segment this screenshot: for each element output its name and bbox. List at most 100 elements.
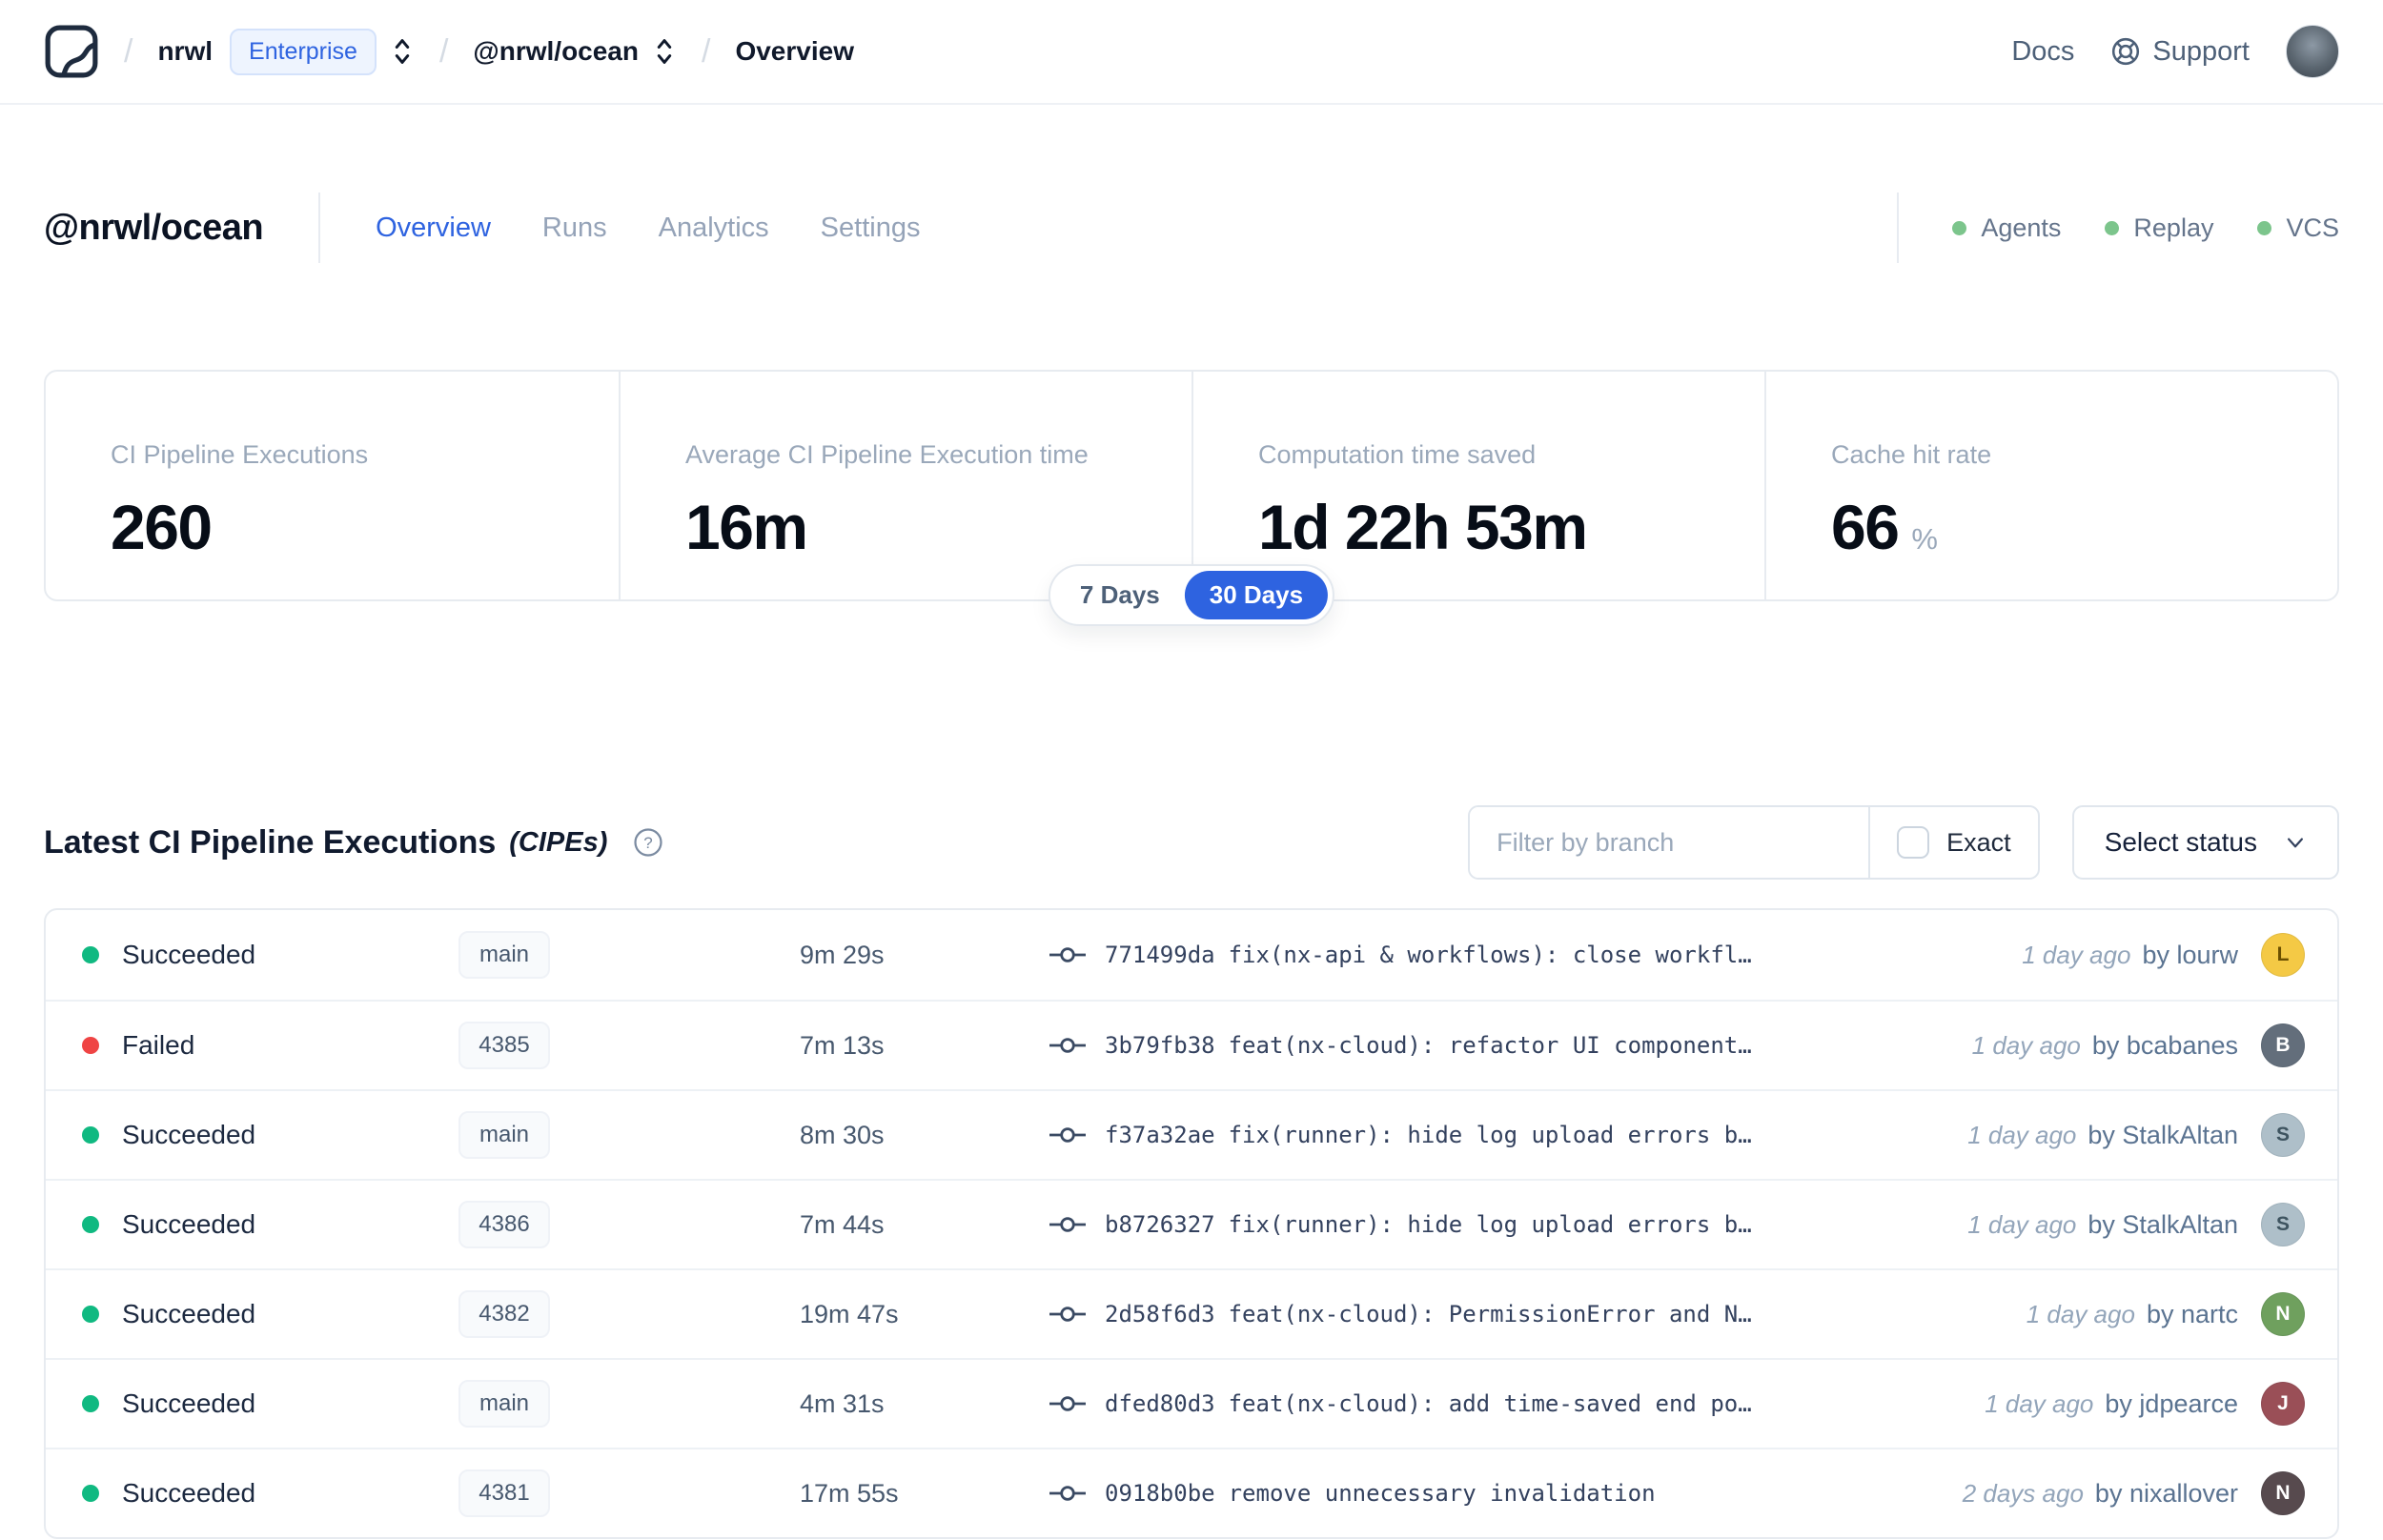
author-avatar[interactable]: N [2261,1471,2305,1515]
status-label: Succeeded [122,1388,256,1418]
user-avatar[interactable] [2286,25,2339,78]
commit-message: fix(runner): hide log upload errors b… [1228,1211,1752,1238]
status-dot [82,1306,99,1323]
commit-icon [1049,1396,1086,1411]
project-switcher-icon[interactable] [652,36,677,67]
commit[interactable]: b8726327 fix(runner): hide log upload err… [1049,1211,1929,1238]
commit-hash: f37a32ae [1105,1122,1215,1148]
branch-filter-group: Exact [1468,805,2040,880]
author: by nixallover [2094,1478,2238,1508]
commit[interactable]: f37a32ae fix(runner): hide log upload err… [1049,1122,1929,1148]
stat-ci-pipeline-executions: CI Pipeline Executions 260 [111,440,369,562]
divider [1897,192,1900,263]
duration: 4m 31s [800,1388,885,1418]
percent-suffix: % [1911,522,1938,556]
commit-hash: 3b79fb38 [1105,1032,1215,1059]
commit[interactable]: 2d58f6d3 feat(nx-cloud): PermissionError … [1049,1301,1988,1327]
status-dot [1952,220,1967,235]
branch-badge[interactable]: 4385 [458,1022,550,1069]
time-ago: 2 days ago [1962,1478,2084,1508]
author-avatar[interactable]: S [2261,1113,2305,1157]
section-subtitle: (CIPEs) [509,826,608,858]
breadcrumb-slash: / [124,32,133,70]
branch-badge[interactable]: 4386 [458,1201,550,1248]
table-row[interactable]: Succeeded 4382 19m 47s 2d58f6d3 feat(nx-c… [46,1268,2337,1358]
commit-icon [1049,947,1086,962]
table-row[interactable]: Succeeded main 9m 29s 771499da fix(nx-api… [46,910,2337,1000]
exact-checkbox[interactable] [1897,826,1930,859]
tab-settings[interactable]: Settings [821,213,921,244]
help-icon[interactable]: ? [632,826,664,859]
service-health: Agents Replay VCS [1952,213,2339,243]
commit-icon [1049,1127,1086,1143]
status-select-dropdown[interactable]: Select status [2071,805,2339,880]
branch-badge[interactable]: 4382 [458,1290,550,1338]
time-ago: 1 day ago [2022,940,2131,969]
commit[interactable]: dfed80d3 feat(nx-cloud): add time-saved e… [1049,1390,1946,1417]
commit[interactable]: 3b79fb38 feat(nx-cloud): refactor UI comp… [1049,1032,1934,1059]
branch-badge[interactable]: main [458,1380,550,1428]
commit-message: fix(nx-api & workflows): close workfl… [1228,942,1752,968]
status-label: Succeeded [122,1120,256,1149]
author-avatar[interactable]: J [2261,1382,2305,1426]
health-vcs[interactable]: VCS [2257,213,2339,243]
commit-hash: 0918b0be [1105,1480,1215,1507]
tab-runs[interactable]: Runs [542,213,607,244]
breadcrumb-slash: / [438,32,449,70]
branch-filter-input[interactable] [1470,807,1869,878]
status-label: Succeeded [122,1478,256,1508]
date-range-toggle: 7 Days 30 Days [1048,564,1335,626]
support-label: Support [2152,35,2250,67]
health-agents[interactable]: Agents [1952,213,2061,243]
table-row[interactable]: Succeeded main 4m 31s dfed80d3 feat(nx-cl… [46,1358,2337,1448]
status-dot [82,1216,99,1233]
status-dot [82,1395,99,1412]
commit-message: fix(runner): hide log upload errors b… [1228,1122,1752,1148]
range-7-days[interactable]: 7 Days [1055,571,1185,619]
author-avatar[interactable]: S [2261,1203,2305,1246]
table-row[interactable]: Succeeded main 8m 30s f37a32ae fix(runner… [46,1089,2337,1179]
status-dot [2257,220,2272,235]
branch-badge[interactable]: main [458,1111,550,1159]
support-link[interactable]: Support [2110,36,2250,68]
tab-overview[interactable]: Overview [376,213,491,244]
table-row[interactable]: Succeeded 4386 7m 44s b8726327 fix(runner… [46,1179,2337,1268]
tab-analytics[interactable]: Analytics [659,213,769,244]
author-avatar[interactable]: N [2261,1292,2305,1336]
breadcrumb-slash: / [702,32,711,70]
table-row[interactable]: Succeeded 4381 17m 55s 0918b0be remove un… [46,1448,2337,1537]
breadcrumb-project[interactable]: @nrwl/ocean [473,36,639,67]
table-row[interactable]: Failed 4385 7m 13s 3b79fb38 feat(nx-cloud… [46,1000,2337,1089]
workspace-header: @nrwl/ocean Overview Runs Analytics Sett… [0,192,2383,263]
status-label: Succeeded [122,940,256,969]
commit-message: remove unnecessary invalidation [1228,1480,1656,1507]
org-switcher-icon[interactable] [390,36,415,67]
health-replay[interactable]: Replay [2105,213,2213,243]
status-dot [82,946,99,963]
commit[interactable]: 0918b0be remove unnecessary invalidation [1049,1480,1925,1507]
time-ago: 1 day ago [1985,1388,2094,1418]
range-30-days[interactable]: 30 Days [1184,571,1329,619]
time-ago: 1 day ago [1967,1120,2077,1149]
svg-text:?: ? [644,834,653,852]
status-dot [82,1037,99,1054]
docs-link[interactable]: Docs [2011,36,2074,68]
enterprise-badge: Enterprise [230,28,377,75]
app-logo-icon[interactable] [44,24,99,79]
author-avatar[interactable]: B [2261,1023,2305,1067]
commit[interactable]: 771499da fix(nx-api & workflows): close w… [1049,942,1984,968]
commit-hash: dfed80d3 [1105,1390,1215,1417]
duration: 7m 13s [800,1030,885,1060]
branch-badge[interactable]: 4381 [458,1469,550,1517]
top-navbar: / nrwl Enterprise / @nrwl/ocean / Overvi… [0,0,2383,105]
author: by nartc [2146,1299,2238,1328]
branch-badge[interactable]: main [458,931,550,979]
exact-label: Exact [1946,827,2011,857]
time-ago: 1 day ago [1971,1030,2081,1060]
breadcrumb-org[interactable]: nrwl [157,36,213,67]
status-label: Succeeded [122,1299,256,1328]
author-avatar[interactable]: L [2261,933,2305,977]
status-label: Succeeded [122,1209,256,1239]
commit-icon [1049,1217,1086,1232]
status-dot [2105,220,2120,235]
